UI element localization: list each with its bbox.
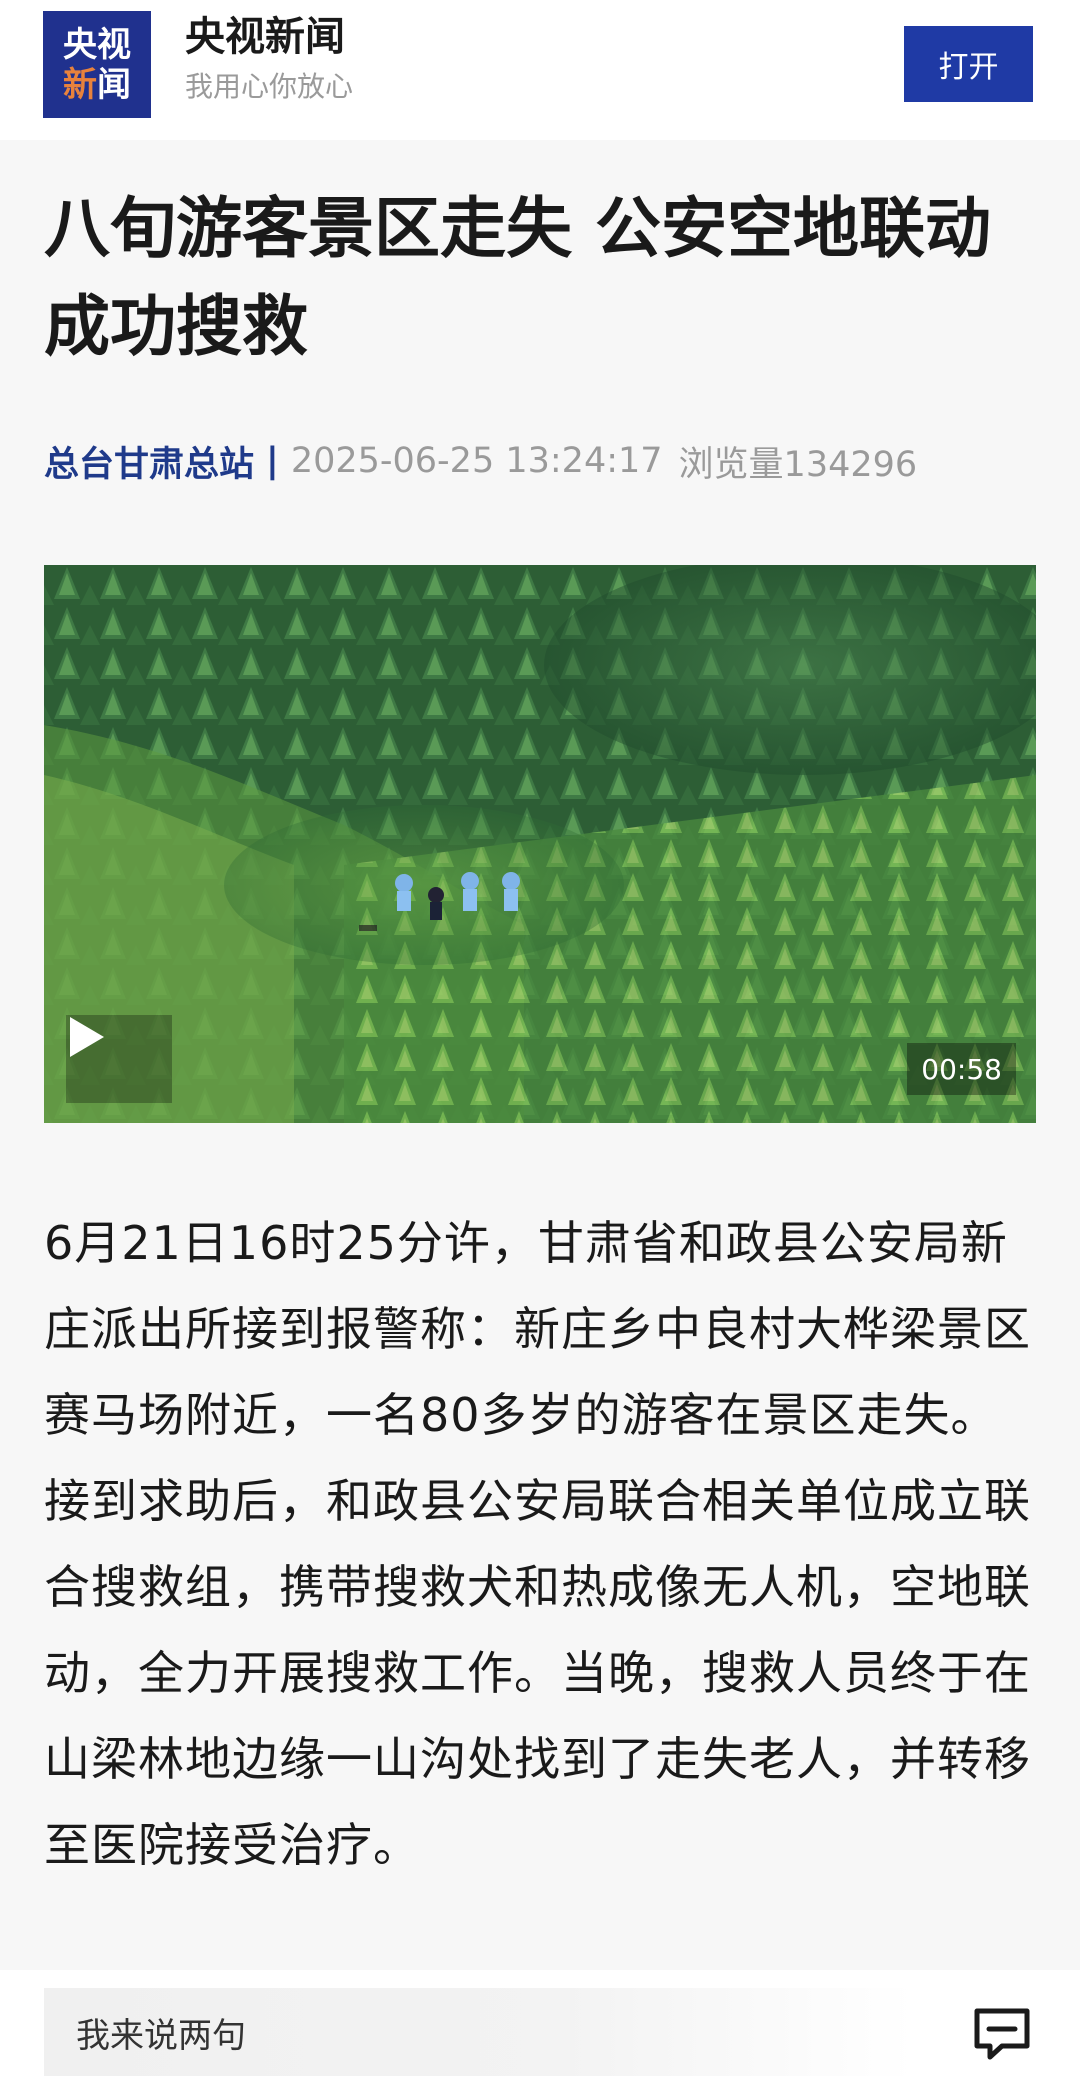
article-meta: 总台甘肃总站 | 2025-06-25 13:24:17 浏览量134296 — [44, 436, 917, 486]
article-timestamp: 2025-06-25 13:24:17 — [290, 441, 663, 481]
article-title: 八旬游客景区走失 公安空地联动成功搜救 — [44, 190, 991, 365]
page: 央视 新 闻 央视新闻 我用心你放心 打开 八旬游客景区走失 公安空地联动成功搜… — [0, 0, 1080, 2097]
play-icon — [70, 1017, 104, 1057]
logo-line1: 央视 — [63, 24, 131, 65]
meta-separator: | — [266, 441, 279, 481]
comment-bar: 我来说两句 — [0, 1970, 1080, 2097]
cctv-news-logo[interactable]: 央视 新 闻 — [43, 11, 151, 118]
article-body: 6月21日16时25分许，甘肃省和政县公安局新庄派出所接到报警称：新庄乡中良村大… — [44, 1216, 1031, 1872]
comment-input[interactable]: 我来说两句 — [44, 1988, 914, 2076]
play-button[interactable] — [66, 1015, 172, 1103]
article-source[interactable]: 总台甘肃总站 — [44, 436, 254, 487]
video-player[interactable]: 00:58 — [44, 565, 1036, 1123]
brand-block: 央视新闻 我用心你放心 — [185, 10, 353, 110]
view-count: 浏览量134296 — [678, 444, 918, 485]
logo-char-wen: 闻 — [97, 64, 131, 105]
app-header: 央视 新 闻 央视新闻 我用心你放心 打开 — [0, 0, 1080, 140]
brand-name: 央视新闻 — [185, 14, 345, 60]
logo-line2: 新 闻 — [63, 65, 131, 105]
open-app-button[interactable]: 打开 — [904, 26, 1033, 102]
logo-char-xin: 新 — [63, 64, 97, 105]
comment-icon[interactable] — [972, 2006, 1032, 2062]
video-thumbnail — [44, 565, 1036, 1123]
brand-slogan: 我用心你放心 — [185, 70, 354, 103]
video-duration: 00:58 — [907, 1043, 1016, 1095]
